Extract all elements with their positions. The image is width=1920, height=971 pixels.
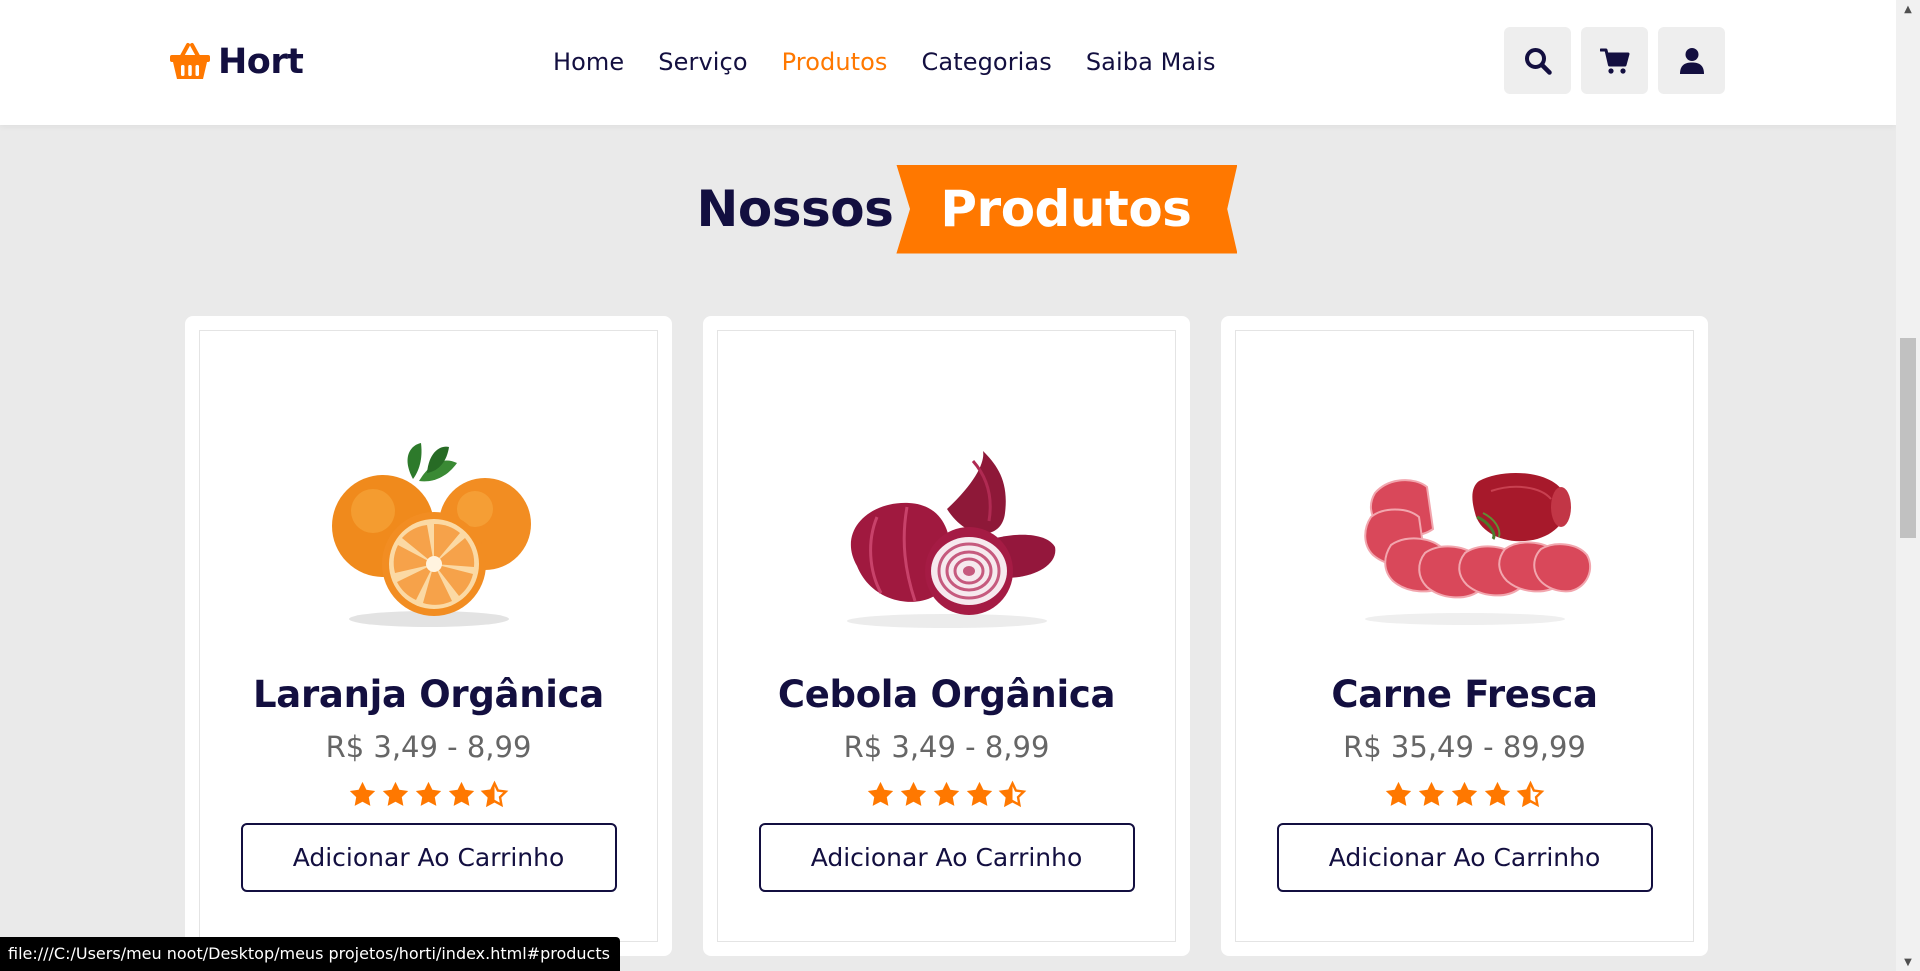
star-icon: [867, 781, 894, 806]
add-to-cart-button[interactable]: Adicionar Ao Carrinho: [240, 823, 617, 892]
star-icon: [1484, 781, 1511, 806]
add-to-cart-button[interactable]: Adicionar Ao Carrinho: [1276, 823, 1653, 892]
nav-categorias[interactable]: Categorias: [922, 48, 1052, 76]
product-title: Laranja Orgânica: [253, 673, 604, 716]
shopping-basket-icon: [170, 43, 210, 79]
star-icon: [349, 781, 376, 806]
meat-image: [1315, 421, 1615, 641]
logo-text: Hort: [218, 42, 304, 82]
star-icon: [382, 781, 409, 806]
search-button[interactable]: [1504, 27, 1571, 94]
link-status-bar: file:///C:/Users/meu noot/Desktop/meus p…: [0, 937, 620, 971]
nav-servico[interactable]: Serviço: [658, 48, 747, 76]
star-icon: [1385, 781, 1412, 806]
page: Hort Home Serviço Produtos Categorias Sa…: [0, 0, 1896, 971]
star-icon: [1418, 781, 1445, 806]
cart-button[interactable]: [1581, 27, 1648, 94]
logo-link[interactable]: Hort: [168, 38, 304, 86]
product-rating: [348, 780, 509, 809]
product-price: R$ 3,49 - 8,99: [843, 730, 1050, 764]
products-grid: Laranja Orgânica R$ 3,49 - 8,99 Adiciona…: [185, 316, 1708, 956]
nav-home[interactable]: Home: [553, 48, 624, 76]
star-icon: [933, 781, 960, 806]
star-icon: [415, 781, 442, 806]
star-half-icon: [1516, 780, 1545, 808]
heading-highlight: Produtos: [896, 164, 1238, 254]
user-button[interactable]: [1658, 27, 1725, 94]
search-icon: [1524, 47, 1552, 75]
orange-image: [279, 421, 579, 641]
product-rating: [866, 780, 1027, 809]
product-price: R$ 3,49 - 8,99: [325, 730, 532, 764]
star-half-icon: [480, 780, 509, 808]
nav-saiba-mais[interactable]: Saiba Mais: [1086, 48, 1216, 76]
product-title: Carne Fresca: [1331, 673, 1598, 716]
star-icon: [1451, 781, 1478, 806]
star-icon: [900, 781, 927, 806]
scroll-down-icon[interactable]: ▼: [1896, 953, 1920, 971]
scroll-up-icon[interactable]: ▲: [1896, 0, 1920, 18]
site-header: Hort Home Serviço Produtos Categorias Sa…: [0, 0, 1896, 125]
product-card: Laranja Orgânica R$ 3,49 - 8,99 Adiciona…: [185, 316, 672, 956]
scrollbar-thumb[interactable]: [1900, 338, 1916, 538]
nav-produtos[interactable]: Produtos: [782, 48, 888, 76]
star-half-icon: [998, 780, 1027, 808]
product-title: Cebola Orgânica: [777, 673, 1116, 716]
product-rating: [1384, 780, 1545, 809]
star-icon: [448, 781, 475, 806]
heading-plain: Nossos: [696, 180, 894, 238]
section-heading: Nossos Produtos: [0, 163, 1896, 255]
cart-icon: [1599, 48, 1629, 74]
header-icons: [1504, 27, 1725, 94]
onion-image: [797, 421, 1097, 641]
page-scrollbar[interactable]: ▲ ▼: [1896, 0, 1920, 971]
product-card: Cebola Orgânica R$ 3,49 - 8,99 Adicionar…: [703, 316, 1190, 956]
main-nav: Home Serviço Produtos Categorias Saiba M…: [553, 40, 1216, 84]
add-to-cart-button[interactable]: Adicionar Ao Carrinho: [758, 823, 1135, 892]
product-card: Carne Fresca R$ 35,49 - 89,99 Adicionar …: [1221, 316, 1708, 956]
product-price: R$ 35,49 - 89,99: [1343, 730, 1586, 764]
star-icon: [966, 781, 993, 806]
user-icon: [1679, 47, 1704, 74]
